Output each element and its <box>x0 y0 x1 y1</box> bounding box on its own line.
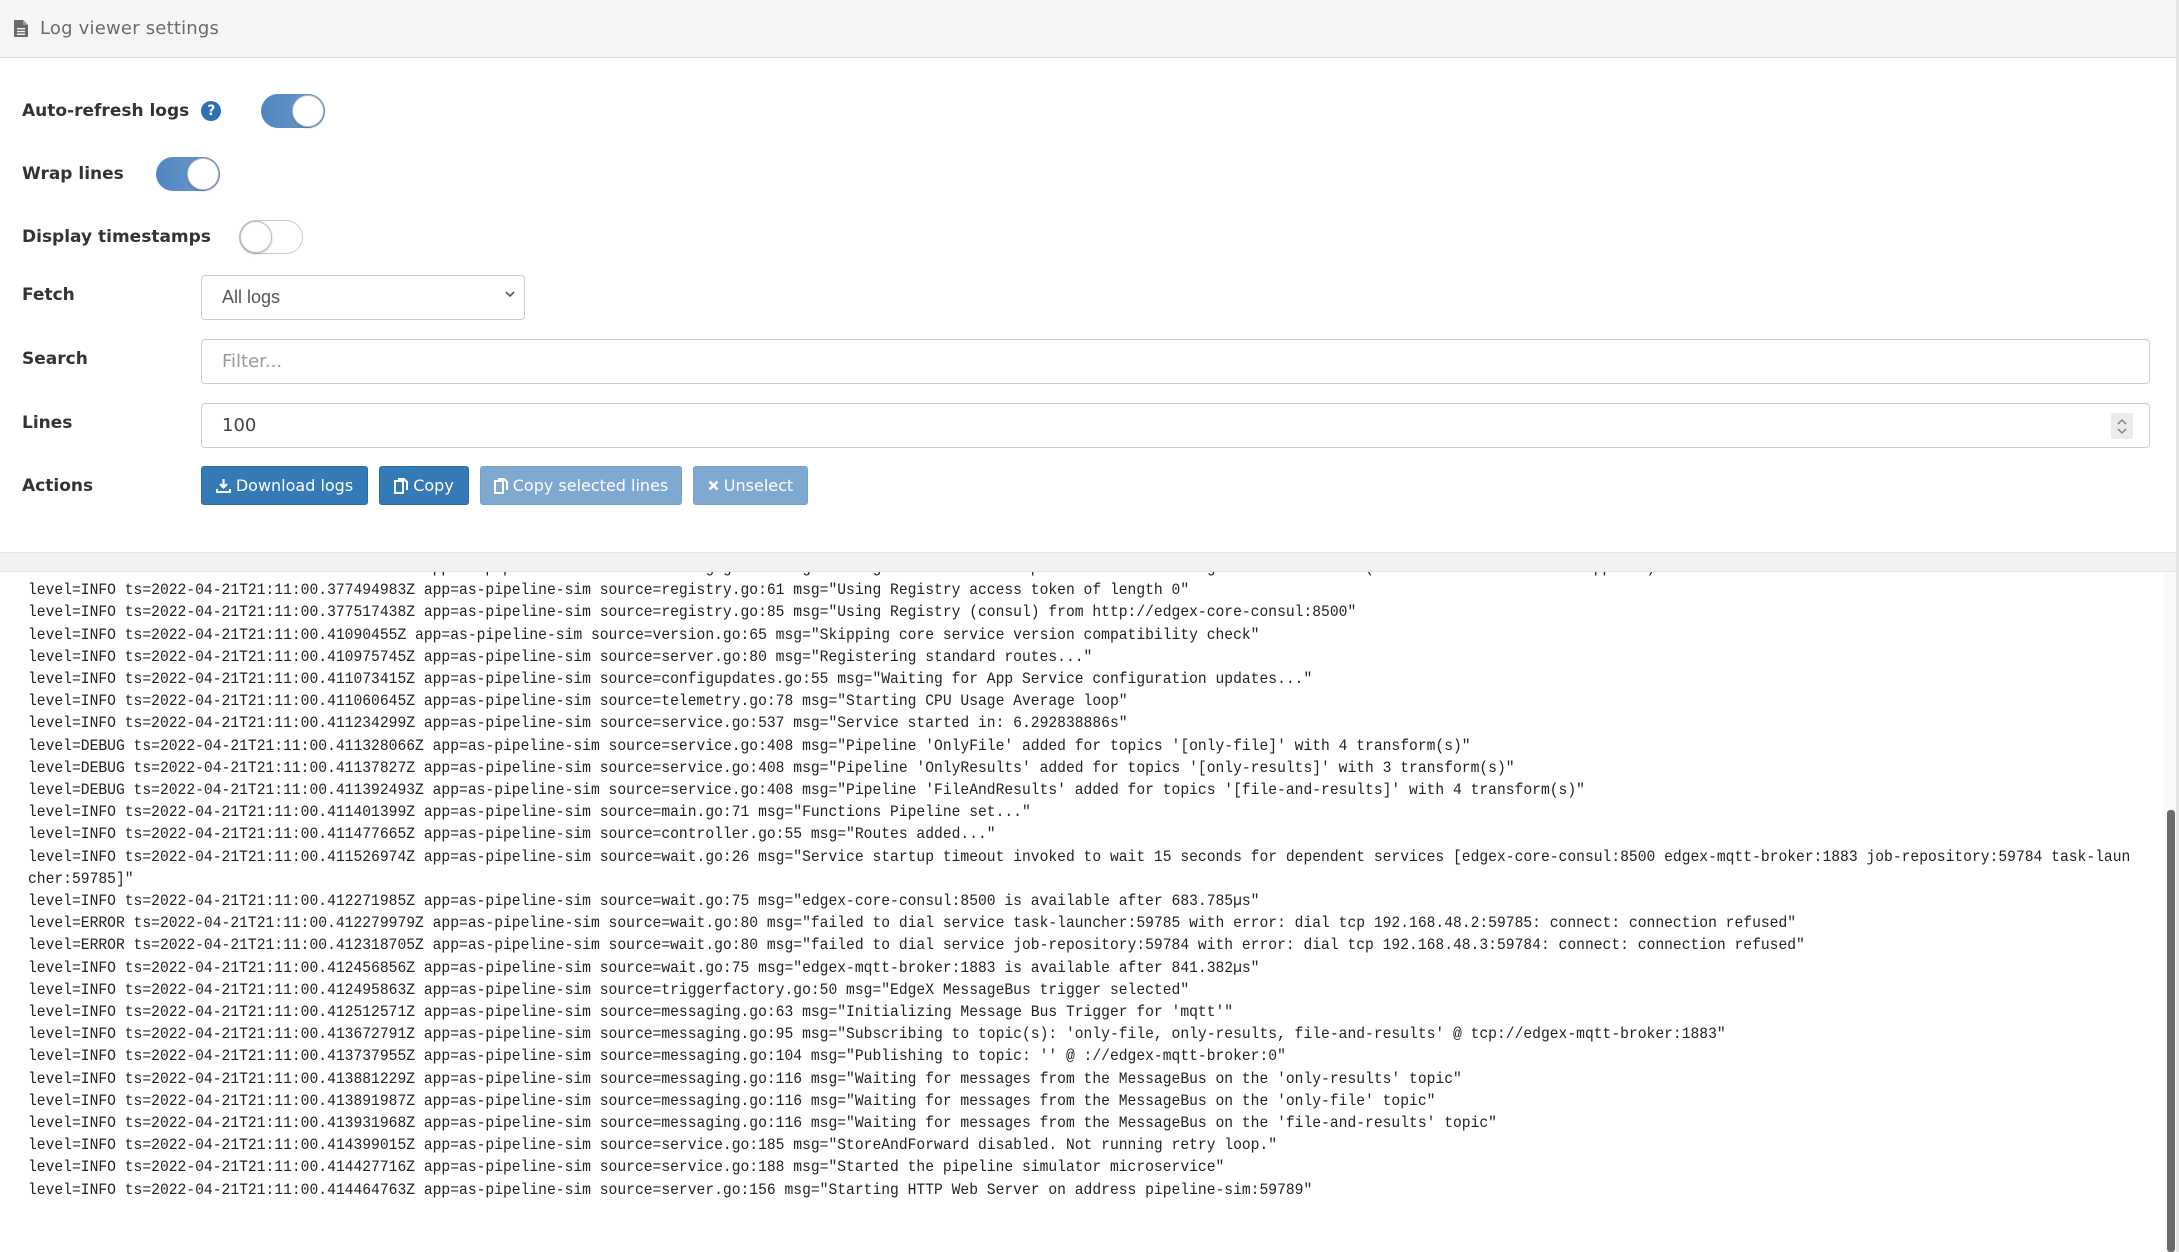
log-line[interactable]: level=INFO ts=2022-04-21T21:11:00.411526… <box>28 846 2134 890</box>
log-line[interactable]: level=INFO ts=2022-04-21T21:11:00.412271… <box>28 890 2134 912</box>
page: Log viewer settings Auto-refresh logs ? … <box>0 0 2179 1252</box>
toggle-knob <box>292 95 325 127</box>
panel-header: Log viewer settings <box>0 0 2176 58</box>
section-divider <box>0 552 2176 572</box>
download-icon <box>215 478 231 493</box>
log-line[interactable]: level=DEBUG ts=2022-04-21T21:11:00.41139… <box>28 779 2134 801</box>
log-line[interactable]: level=INFO ts=2022-04-21T21:11:00.413891… <box>28 1090 2134 1112</box>
lines-input[interactable]: 100 <box>201 403 2150 448</box>
display-timestamps-toggle[interactable] <box>238 220 303 254</box>
log-line[interactable]: level=INFO ts=2022-04-21T21:11:00.413881… <box>28 1068 2134 1090</box>
auto-refresh-row: Auto-refresh logs ? <box>22 91 326 131</box>
copy-selected-lines-button[interactable]: Copy selected lines <box>480 466 682 505</box>
chevron-down-icon <box>505 291 515 298</box>
wrap-lines-label: Wrap lines <box>22 164 124 184</box>
unselect-label: Unselect <box>723 476 794 495</box>
log-scrollbar[interactable] <box>2164 572 2176 1252</box>
log-line[interactable]: level=INFO ts=2022-04-21T21:11:00.414464… <box>28 1179 2134 1201</box>
actions-toolbar: Download logs Copy Copy selected lines U… <box>0 466 900 506</box>
search-input[interactable]: Filter... <box>201 339 2150 384</box>
wrap-lines-row: Wrap lines <box>22 154 220 194</box>
log-line[interactable]: level=INFO ts=2022-04-21T21:11:00.411060… <box>28 690 2134 712</box>
log-line[interactable]: level=DEBUG ts=2022-04-21T21:11:00.41137… <box>28 757 2134 779</box>
toggle-knob <box>186 158 219 190</box>
search-label: Search <box>22 349 88 369</box>
panel-title: Log viewer settings <box>40 18 220 39</box>
log-scrollbar-thumb[interactable] <box>2167 810 2175 1252</box>
log-line[interactable]: level=INFO ts=2022-04-21T21:11:00.410904… <box>28 624 2134 646</box>
auto-refresh-toggle[interactable] <box>261 94 326 128</box>
fetch-selected-value: All logs <box>222 287 281 307</box>
log-line[interactable]: level=INFO ts=2022-04-21T21:11:00.411477… <box>28 823 2134 845</box>
lines-value: 100 <box>222 415 257 436</box>
log-line[interactable]: level=INFO ts=2022-04-21T21:11:00.377494… <box>28 579 2134 601</box>
log-line[interactable]: level=INFO ts=2022-04-21T21:11:00.414427… <box>28 1156 2134 1178</box>
settings-form: Auto-refresh logs ? Wrap lines Display t… <box>0 59 2176 552</box>
log-line[interactable]: level=INFO ts=2022-04-21T21:11:00.411073… <box>28 668 2134 690</box>
display-timestamps-label: Display timestamps <box>22 227 211 247</box>
chevron-up-icon[interactable] <box>2117 418 2127 425</box>
download-logs-button[interactable]: Download logs <box>201 466 368 505</box>
log-line[interactable]: level=ERROR ts=2022-04-21T21:11:00.41227… <box>28 912 2134 934</box>
log-line[interactable]: level=INFO ts=2022-04-21T21:11:00.411234… <box>28 712 2134 734</box>
auto-refresh-label: Auto-refresh logs <box>22 101 190 121</box>
log-line[interactable]: level=INFO ts=2022-04-21T21:11:00.414399… <box>28 1134 2134 1156</box>
toggle-knob <box>239 221 272 253</box>
copy-label: Copy <box>413 476 454 495</box>
log-line[interactable]: level=INFO ts=2022-04-21T21:11:00.374130… <box>28 572 2134 579</box>
log-line[interactable]: level=INFO ts=2022-04-21T21:11:00.410975… <box>28 646 2134 668</box>
search-placeholder: Filter... <box>222 351 283 372</box>
download-logs-label: Download logs <box>235 476 354 495</box>
display-timestamps-row: Display timestamps <box>22 217 303 257</box>
lines-stepper[interactable] <box>2111 413 2133 439</box>
log-line[interactable]: level=INFO ts=2022-04-21T21:11:00.412512… <box>28 1001 2134 1023</box>
log-line[interactable]: level=INFO ts=2022-04-21T21:11:00.412495… <box>28 979 2134 1001</box>
log-line[interactable]: level=INFO ts=2022-04-21T21:11:00.412456… <box>28 957 2134 979</box>
chevron-down-icon[interactable] <box>2117 428 2127 435</box>
document-icon <box>14 20 28 37</box>
lines-label: Lines <box>22 413 73 433</box>
copy-button[interactable]: Copy <box>379 466 469 505</box>
log-line[interactable]: level=INFO ts=2022-04-21T21:11:00.413931… <box>28 1112 2134 1134</box>
log-line[interactable]: level=INFO ts=2022-04-21T21:11:00.377517… <box>28 601 2134 623</box>
log-line[interactable]: level=INFO ts=2022-04-21T21:11:00.413672… <box>28 1023 2134 1045</box>
fetch-select[interactable]: All logs <box>201 275 525 320</box>
question-circle-icon[interactable]: ? <box>201 101 222 121</box>
log-line[interactable]: level=ERROR ts=2022-04-21T21:11:00.41231… <box>28 934 2134 956</box>
fetch-label: Fetch <box>22 285 75 305</box>
log-line[interactable]: level=INFO ts=2022-04-21T21:11:00.411401… <box>28 801 2134 823</box>
close-icon <box>708 480 719 491</box>
log-line[interactable]: level=DEBUG ts=2022-04-21T21:11:00.41132… <box>28 735 2134 757</box>
copy-selected-lines-label: Copy selected lines <box>512 476 669 495</box>
wrap-lines-toggle[interactable] <box>155 157 220 191</box>
unselect-button[interactable]: Unselect <box>693 466 808 505</box>
log-lines: level=INFO ts=2022-04-21T21:11:00.374130… <box>28 572 2133 1201</box>
copy-icon <box>394 477 409 494</box>
log-line[interactable]: level=INFO ts=2022-04-21T21:11:00.413737… <box>28 1045 2134 1067</box>
copy-icon <box>493 477 508 494</box>
log-viewer[interactable]: level=INFO ts=2022-04-21T21:11:00.374130… <box>0 572 2176 1252</box>
